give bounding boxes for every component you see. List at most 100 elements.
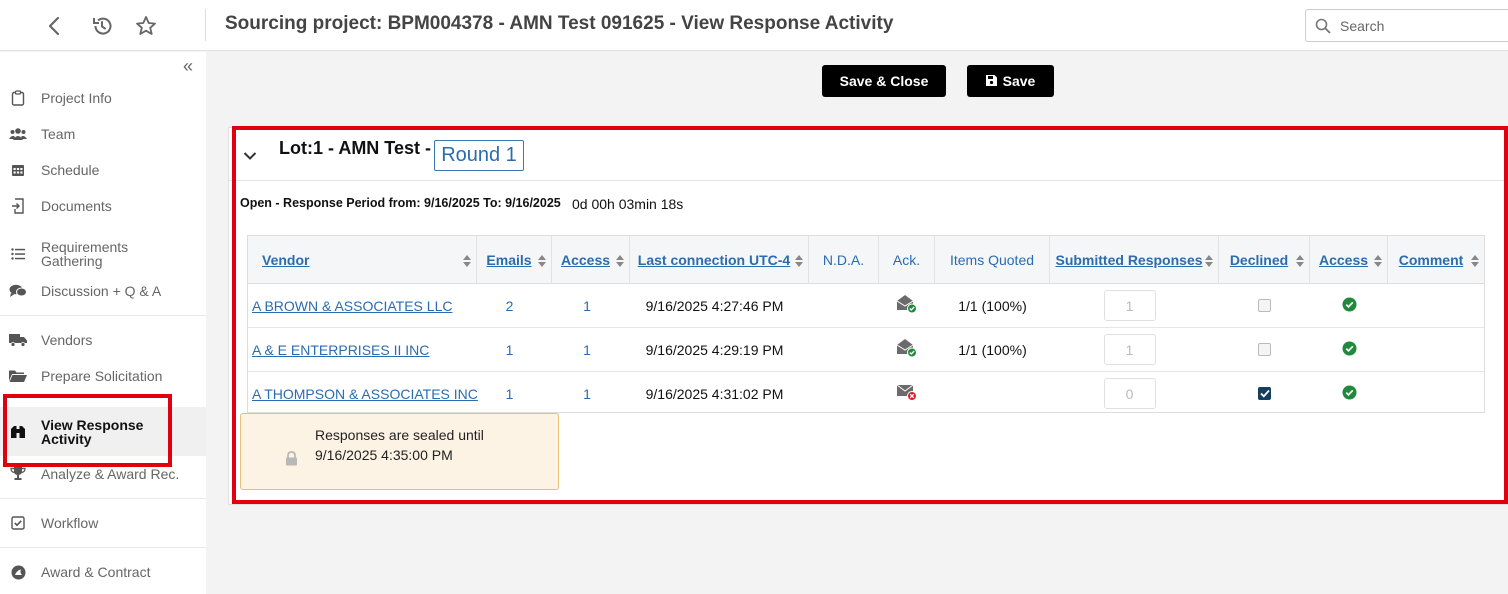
column-label[interactable]: Vendor [262, 252, 309, 268]
column-label[interactable]: Submitted Responses [1055, 252, 1202, 268]
chat-icon [9, 284, 27, 298]
access-link[interactable]: 1 [583, 386, 591, 402]
emails-link[interactable]: 1 [506, 342, 514, 358]
vendor-link[interactable]: A THOMPSON & ASSOCIATES INC [252, 386, 478, 402]
column-label[interactable]: Emails [486, 252, 531, 268]
save-close-button[interactable]: Save & Close [822, 65, 946, 97]
search-input[interactable] [1340, 16, 1500, 36]
items-quoted-cell: 1/1 (100%) [958, 297, 1027, 314]
back-icon[interactable] [41, 13, 67, 39]
sidebar-item-discussion[interactable]: Discussion + Q & A [0, 282, 206, 300]
submitted-responses-input[interactable] [1103, 290, 1156, 321]
sidebar-item-schedule[interactable]: Schedule [0, 161, 206, 179]
sidebar-item-requirements-gathering[interactable]: Requirements Gathering [0, 236, 206, 272]
emails-cell: 1 [477, 328, 542, 371]
vendor-link[interactable]: A & E ENTERPRISES II INC [252, 342, 429, 358]
declined-checkbox[interactable] [1258, 387, 1271, 400]
column-label: N.D.A. [822, 252, 865, 268]
emails-link[interactable]: 2 [506, 298, 514, 314]
sidebar-item-vendors[interactable]: Vendors [0, 331, 206, 349]
column-label[interactable]: Declined [1230, 252, 1288, 268]
vendor-cell: A & E ENTERPRISES II INC [252, 328, 477, 371]
sidebar-item-project-info[interactable]: Project Info [0, 89, 206, 107]
truck-icon [9, 333, 27, 347]
sidebar-item-prepare-solicitation[interactable]: Prepare Solicitation [0, 367, 206, 385]
page-title: Sourcing project: BPM004378 - AMN Test 0… [225, 13, 894, 34]
sort-icon[interactable] [1295, 254, 1305, 268]
calendar-icon [9, 163, 27, 177]
ack-cell [879, 284, 935, 327]
submitted-responses-input[interactable] [1103, 334, 1156, 365]
save-close-label: Save & Close [839, 73, 929, 89]
access-status-cell [1310, 284, 1388, 327]
sidebar-item-label: Prepare Solicitation [41, 368, 163, 384]
sort-icon[interactable] [1204, 254, 1214, 268]
column-header-vendor[interactable]: Vendor [248, 236, 477, 284]
star-icon[interactable] [133, 13, 159, 39]
sidebar-item-label: Analyze & Award Rec. [41, 466, 180, 482]
column-header-comment[interactable]: Comment [1388, 236, 1484, 284]
column-header-submitted-responses[interactable]: Submitted Responses [1050, 236, 1219, 284]
column-label[interactable]: Comment [1399, 252, 1464, 268]
response-period: Open - Response Period from: 9/16/2025 T… [240, 196, 561, 210]
sidebar-item-view-response-activity[interactable]: View Response Activity [0, 407, 206, 456]
table-header: Vendor Emails Access Last connection UTC… [248, 236, 1484, 284]
last-connection-cell: 9/16/2025 4:31:02 PM [645, 385, 784, 402]
response-activity-table: Vendor Emails Access Last connection UTC… [247, 235, 1485, 413]
sort-icon[interactable] [462, 254, 472, 268]
column-label[interactable]: Access [561, 252, 610, 268]
sidebar-item-label: Project Info [41, 90, 112, 106]
sidebar-item-documents[interactable]: Documents [0, 197, 206, 215]
check-circle-icon [1342, 341, 1357, 359]
column-label[interactable]: Access [1319, 252, 1368, 268]
search-box[interactable] [1305, 9, 1508, 42]
sidebar-item-workflow[interactable]: Workflow [0, 514, 206, 532]
round-badge[interactable]: Round 1 [434, 140, 524, 171]
column-header-last-connection[interactable]: Last connection UTC-4 [630, 236, 809, 284]
binoculars-icon [9, 425, 27, 439]
sort-icon[interactable] [794, 254, 804, 268]
sort-icon[interactable] [1470, 254, 1480, 268]
sort-icon[interactable] [1373, 254, 1383, 268]
sidebar-item-analyze-award[interactable]: Analyze & Award Rec. [0, 465, 206, 483]
collapse-sidebar-icon[interactable]: « [183, 57, 193, 75]
sidebar-item-label: View Response Activity [41, 416, 144, 447]
access-link[interactable]: 1 [583, 342, 591, 358]
column-header-access[interactable]: Access [552, 236, 630, 284]
list-icon [9, 248, 27, 260]
vendor-link[interactable]: A BROWN & ASSOCIATES LLC [252, 298, 452, 314]
access-cell: 1 [552, 372, 622, 415]
history-icon[interactable] [89, 13, 115, 39]
check-circle-icon [1342, 297, 1357, 315]
column-header-ack: Ack. [879, 236, 935, 284]
sidebar-divider [0, 498, 206, 499]
access-status-cell [1310, 372, 1388, 415]
sort-icon[interactable] [537, 254, 547, 268]
sidebar-item-label: Documents [41, 198, 112, 214]
submitted-responses-cell [1050, 328, 1209, 371]
submitted-responses-input[interactable] [1103, 378, 1156, 409]
sidebar-item-award-contract[interactable]: Award & Contract [0, 563, 206, 581]
lot-title: Lot:1 - AMN Test - [279, 138, 431, 158]
column-header-emails[interactable]: Emails [477, 236, 552, 284]
search-icon [1315, 18, 1331, 39]
sort-icon[interactable] [615, 254, 625, 268]
declined-cell [1219, 284, 1310, 327]
comment-cell [1388, 328, 1484, 371]
save-button[interactable]: Save [967, 65, 1054, 97]
column-header-nda: N.D.A. [809, 236, 879, 284]
access-link[interactable]: 1 [583, 298, 591, 314]
declined-checkbox[interactable] [1258, 343, 1271, 356]
chevron-down-icon[interactable] [243, 148, 257, 166]
column-header-declined[interactable]: Declined [1219, 236, 1310, 284]
sealed-text: Responses are sealed until 9/16/2025 4:3… [315, 427, 484, 463]
emails-link[interactable]: 1 [506, 386, 514, 402]
nda-cell [809, 284, 879, 327]
folder-icon [9, 369, 27, 383]
sidebar-item-team[interactable]: Team [0, 125, 206, 143]
column-header-access-status[interactable]: Access [1310, 236, 1388, 284]
sealed-notice: Responses are sealed until 9/16/2025 4:3… [240, 413, 559, 490]
declined-checkbox[interactable] [1258, 299, 1271, 312]
column-label[interactable]: Last connection UTC-4 [638, 252, 790, 268]
check-circle-icon [1342, 385, 1357, 403]
